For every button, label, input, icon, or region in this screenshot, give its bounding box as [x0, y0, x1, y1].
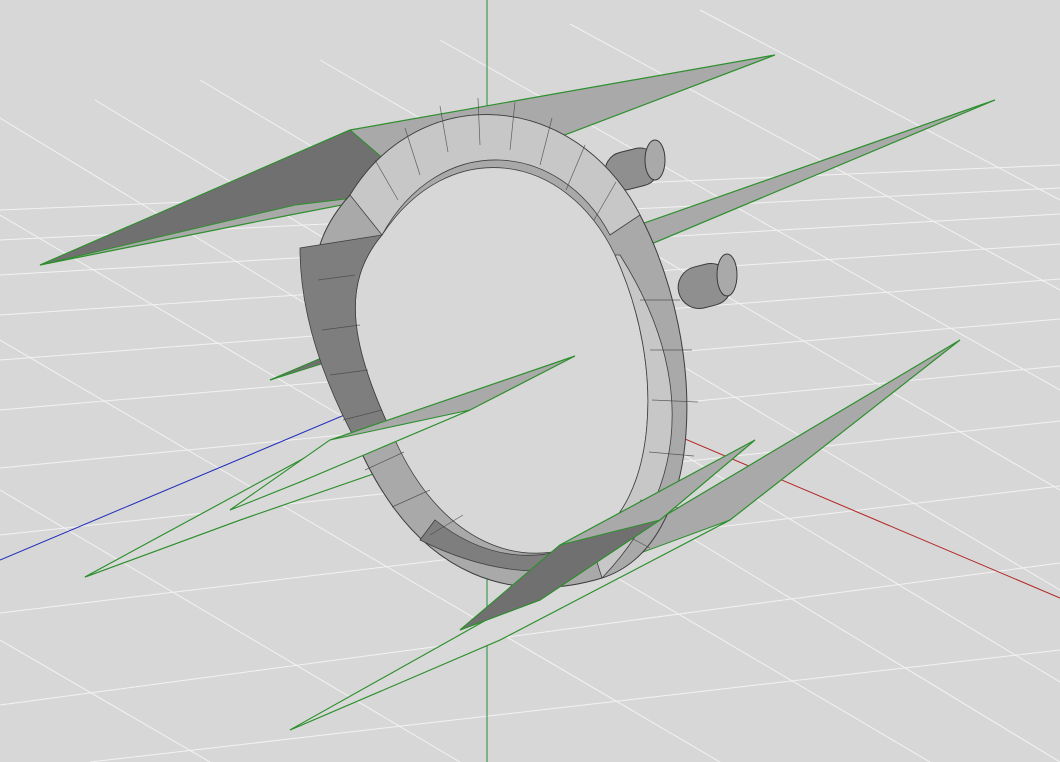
spiked-ring-model[interactable]	[39, 54, 996, 731]
peg-cap-mid-right	[716, 253, 738, 297]
peg-cap-top-right	[644, 139, 666, 181]
3d-viewport[interactable]	[0, 0, 1060, 762]
viewport-canvas[interactable]	[0, 0, 1060, 762]
